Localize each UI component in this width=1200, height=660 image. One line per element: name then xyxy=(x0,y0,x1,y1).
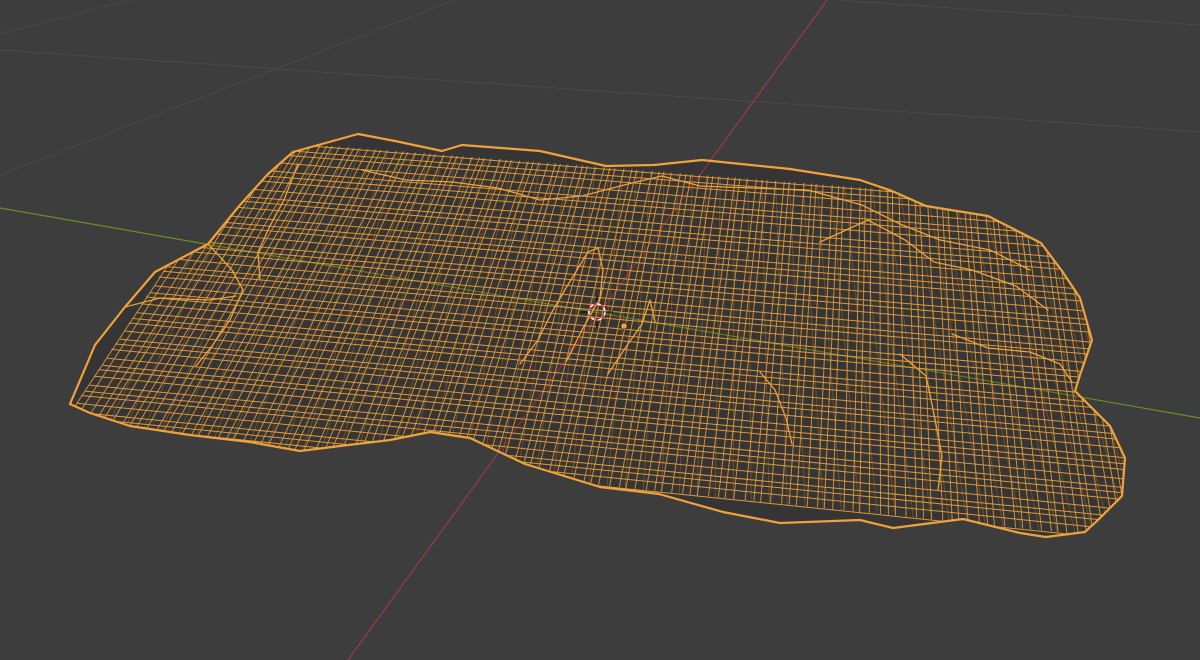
mesh-edge xyxy=(887,189,889,515)
floor-grid-line xyxy=(0,49,1200,133)
object-origin-icon[interactable] xyxy=(620,322,628,330)
floor-grid xyxy=(0,0,1200,176)
viewport-canvas[interactable] xyxy=(0,0,1200,660)
floor-grid-line xyxy=(0,0,131,35)
3d-viewport[interactable] xyxy=(0,0,1200,660)
object-origin-dot xyxy=(620,322,628,330)
mesh-edge xyxy=(879,188,881,514)
selected-mesh-wireframe[interactable] xyxy=(59,132,1140,542)
floor-grid-line xyxy=(834,0,1200,26)
